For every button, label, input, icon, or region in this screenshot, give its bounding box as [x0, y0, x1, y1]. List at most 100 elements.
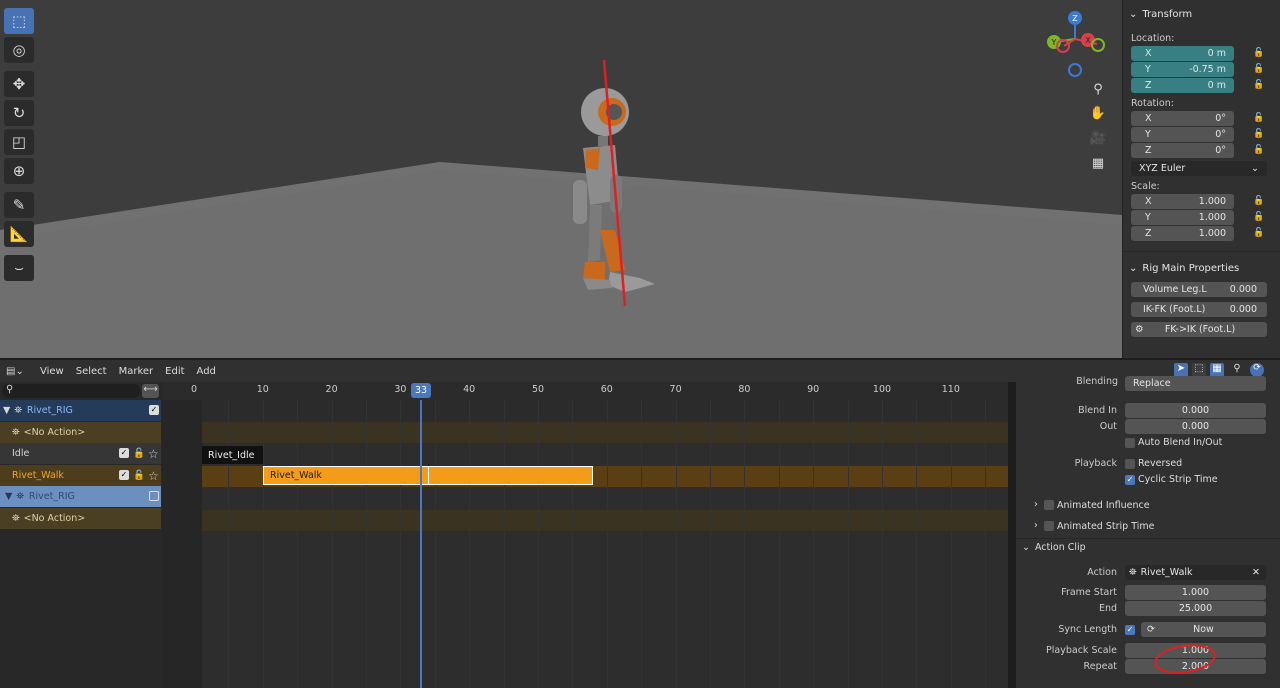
location-y-field[interactable]: Y -0.75 m 🔓 [1131, 62, 1264, 77]
blend-out-field[interactable]: 0.000 [1125, 419, 1266, 434]
rotation-x-field[interactable]: X 0° 🔓 [1131, 111, 1264, 126]
channel-idle[interactable]: Idle ✓ 🔓 ☆ [0, 443, 161, 464]
lock-icon[interactable]: 🔓 [133, 470, 145, 481]
animated-strip-time-checkbox[interactable] [1044, 521, 1054, 531]
cursor-tool[interactable]: ◎ [4, 37, 34, 63]
chevron-right-icon[interactable]: › [1034, 499, 1038, 510]
rotation-label: Rotation: [1131, 97, 1174, 109]
blend-in-field[interactable]: 0.000 [1125, 403, 1266, 418]
grid-button[interactable]: ▦ [1088, 153, 1108, 173]
location-x-field[interactable]: X0 m 🔓 [1131, 46, 1264, 61]
animated-influence-checkbox[interactable] [1044, 500, 1054, 510]
chevron-down-icon: ⌄ [1022, 542, 1030, 553]
transform-tool[interactable]: ⊕ [4, 158, 34, 184]
frame-end-field[interactable]: 25.000 [1125, 601, 1266, 616]
lock-icon[interactable]: 🔓 [1253, 212, 1264, 222]
lock-icon[interactable]: 🔓 [1253, 145, 1264, 155]
move-tool[interactable]: ✥ [4, 71, 34, 97]
armature-icon: ⛯ [16, 491, 24, 502]
scale-x-field[interactable]: X 1.000 🔓 [1131, 194, 1264, 209]
channel-rivet-rig-2[interactable]: ▼ ⛯ Rivet_RIG [0, 486, 161, 507]
visibility-checkbox[interactable] [149, 491, 159, 501]
channel-no-action[interactable]: ⛯ <No Action> [0, 422, 161, 443]
annotate-tool[interactable]: ✎ [4, 192, 34, 218]
channel-rivet-rig[interactable]: ▼ ⛯ Rivet_RIG ✓ [0, 400, 161, 421]
rotation-mode-select[interactable]: XYZ Euler ⌄ [1131, 161, 1267, 176]
star-icon[interactable]: ☆ [148, 447, 159, 461]
cyclic-checkbox[interactable]: ✓ [1125, 475, 1135, 485]
filter-icon[interactable]: ⚲ [1228, 363, 1246, 377]
location-label: Location: [1131, 32, 1175, 44]
lock-icon[interactable]: 🔓 [1253, 48, 1264, 58]
sync-length-checkbox[interactable]: ✓ [1125, 625, 1135, 635]
camera-button[interactable]: 🎥 [1088, 128, 1108, 148]
frame-tick: 50 [531, 384, 545, 395]
cyclic-label: Cyclic Strip Time [1138, 474, 1218, 485]
zoom-button[interactable]: ⚲ [1088, 79, 1108, 99]
reversed-checkbox[interactable] [1125, 459, 1135, 469]
fk-ik-button[interactable]: ⚙ FK->IK (Foot.L) [1131, 322, 1267, 337]
transform-header[interactable]: ⌄ Transform [1123, 4, 1280, 24]
rig-header[interactable]: ⌄ Rig Main Properties [1123, 258, 1280, 278]
snap-grid-icon[interactable]: ▦ [1210, 363, 1224, 377]
navigation-gizmo[interactable]: Z Y X [1040, 6, 1110, 78]
track-checkbox[interactable]: ✓ [119, 448, 129, 458]
ik-fk-field[interactable]: IK-FK (Foot.L) 0.000 [1131, 302, 1267, 317]
sync-now-button[interactable]: ⟳ Now [1141, 622, 1266, 637]
menu-edit[interactable]: Edit [165, 366, 184, 377]
frame-tick: 80 [738, 384, 751, 395]
lock-icon[interactable]: 🔓 [1253, 113, 1264, 123]
star-icon[interactable]: ☆ [148, 469, 159, 483]
lock-icon[interactable]: 🔓 [1253, 228, 1264, 238]
lock-icon[interactable]: 🔓 [1253, 80, 1264, 90]
chevron-down-icon: ▼ [5, 491, 13, 502]
cursor-sync-icon[interactable]: ➤ [1174, 363, 1188, 377]
frame-ruler[interactable]: 0 10 20 30 40 50 60 70 80 90 100 110 33 [162, 382, 1008, 400]
pan-button[interactable]: ✋ [1088, 103, 1108, 123]
curve-tool[interactable]: ⌣ [4, 255, 34, 281]
action-clip-header[interactable]: ⌄ Action Clip [1022, 542, 1086, 553]
box-select-icon[interactable]: ⬚ [1192, 363, 1206, 377]
lock-icon[interactable]: 🔓 [1253, 196, 1264, 206]
lock-icon[interactable]: 🔓 [133, 448, 145, 459]
menu-select[interactable]: Select [76, 366, 107, 377]
channel-no-action-2[interactable]: ⛯ <No Action> [0, 508, 161, 529]
auto-keyframe-icon[interactable]: ⟳ [1250, 363, 1264, 377]
action-field[interactable]: ⛯ Rivet_Walk ✕ [1125, 565, 1266, 580]
lock-icon[interactable]: 🔓 [1253, 64, 1264, 74]
playhead-line [420, 400, 422, 688]
blending-select[interactable]: Replace [1125, 376, 1266, 391]
volume-leg-field[interactable]: Volume Leg.L 0.000 [1131, 282, 1267, 297]
swap-icon[interactable]: ⟷ [142, 384, 159, 398]
menu-marker[interactable]: Marker [119, 366, 154, 377]
menu-view[interactable]: View [40, 366, 64, 377]
rotate-tool[interactable]: ↻ [4, 100, 34, 126]
measure-tool[interactable]: 📐 [4, 221, 34, 247]
frame-start-field[interactable]: 1.000 [1125, 585, 1266, 600]
visibility-checkbox[interactable]: ✓ [149, 405, 159, 415]
3d-viewport[interactable]: ⬚ ◎ ✥ ↻ ◰ ⊕ ✎ 📐 ⌣ Z Y X ⚲ ✋ 🎥 ▦ [0, 0, 1122, 358]
gizmo-z-label: Z [1072, 14, 1078, 23]
channel-rivet-walk[interactable]: Rivet_Walk ✓ 🔓 ☆ [0, 465, 161, 486]
menu-add[interactable]: Add [197, 366, 216, 377]
move-icon: ✥ [12, 75, 26, 93]
track-checkbox[interactable]: ✓ [119, 470, 129, 480]
scale-tool[interactable]: ◰ [4, 129, 34, 155]
auto-blend-checkbox[interactable] [1125, 438, 1135, 448]
action-icon: ⛯ [1129, 567, 1137, 578]
rotation-z-field[interactable]: Z 0° 🔓 [1131, 143, 1264, 158]
scale-z-field[interactable]: Z 1.000 🔓 [1131, 226, 1264, 241]
nla-tracks[interactable]: Rivet_Idle Rivet_Walk [162, 400, 1008, 688]
chevron-right-icon[interactable]: › [1034, 520, 1038, 531]
strip-rivet-idle[interactable]: Rivet_Idle [202, 446, 263, 464]
close-icon[interactable]: ✕ [1252, 567, 1260, 578]
rotation-y-field[interactable]: Y 0° 🔓 [1131, 127, 1264, 142]
current-frame-indicator[interactable]: 33 [411, 383, 432, 398]
scale-y-field[interactable]: Y 1.000 🔓 [1131, 210, 1264, 225]
search-input[interactable]: ⚲ [2, 384, 140, 398]
sidebar-panel: ⌄ Transform Location: X0 m 🔓 Y -0.75 m 🔓 Z 0 m 🔓… [1122, 0, 1280, 358]
lock-icon[interactable]: 🔓 [1253, 129, 1264, 139]
location-z-field[interactable]: Z0 m 🔓 [1131, 78, 1264, 93]
editor-type-button[interactable]: ▤⌄ [6, 363, 28, 379]
select-box-tool[interactable]: ⬚ [4, 8, 34, 34]
